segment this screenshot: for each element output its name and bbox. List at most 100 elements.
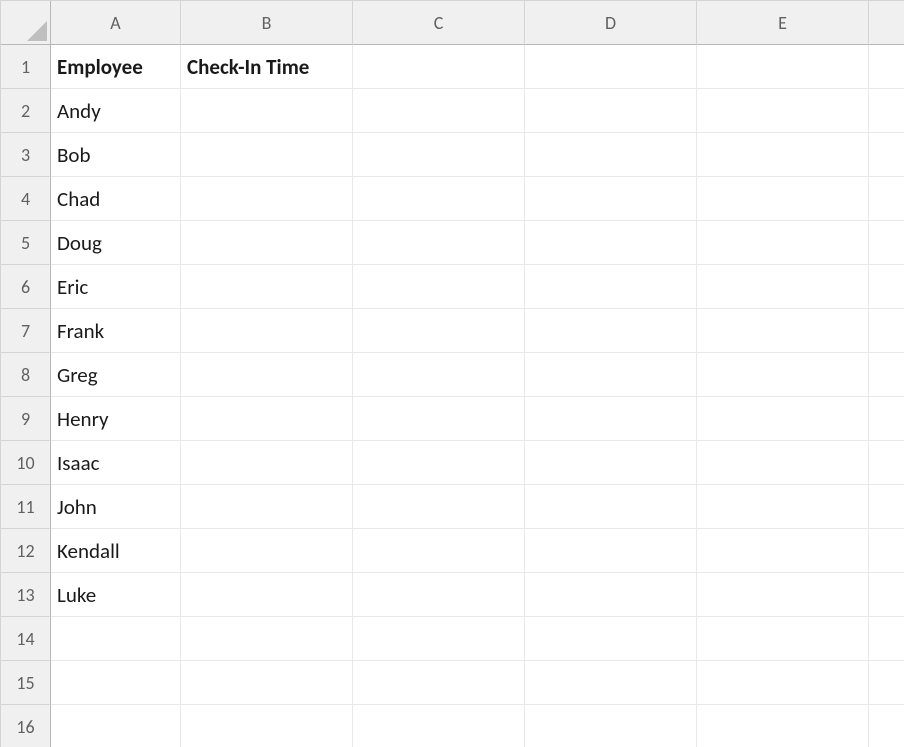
cell-A11[interactable]: John: [51, 485, 181, 529]
col-head-C[interactable]: C: [353, 1, 525, 45]
cell-D4[interactable]: [525, 177, 697, 221]
cell-E12[interactable]: [697, 529, 869, 573]
cell-B1[interactable]: Check-In Time: [181, 45, 353, 89]
row-head-3[interactable]: 3: [1, 133, 51, 177]
cell-C15[interactable]: [353, 661, 525, 705]
cell-A14[interactable]: [51, 617, 181, 661]
col-head-E[interactable]: E: [697, 1, 869, 45]
cell-D2[interactable]: [525, 89, 697, 133]
row-head-12[interactable]: 12: [1, 529, 51, 573]
row-head-10[interactable]: 10: [1, 441, 51, 485]
cell-A1[interactable]: Employee: [51, 45, 181, 89]
cell-D7[interactable]: [525, 309, 697, 353]
cell-E1[interactable]: [697, 45, 869, 89]
cell-A2[interactable]: Andy: [51, 89, 181, 133]
cell-C16[interactable]: [353, 705, 525, 747]
row-head-2[interactable]: 2: [1, 89, 51, 133]
cell-E3[interactable]: [697, 133, 869, 177]
cell-B16[interactable]: [181, 705, 353, 747]
col-head-A[interactable]: A: [51, 1, 181, 45]
col-head-D[interactable]: D: [525, 1, 697, 45]
cell-A13[interactable]: Luke: [51, 573, 181, 617]
cell-C12[interactable]: [353, 529, 525, 573]
cell-E9[interactable]: [697, 397, 869, 441]
row-head-11[interactable]: 11: [1, 485, 51, 529]
row-head-15[interactable]: 15: [1, 661, 51, 705]
cell-C1[interactable]: [353, 45, 525, 89]
cell-A16[interactable]: [51, 705, 181, 747]
cell-A5[interactable]: Doug: [51, 221, 181, 265]
cell-B10[interactable]: [181, 441, 353, 485]
cell-B7[interactable]: [181, 309, 353, 353]
row-head-1[interactable]: 1: [1, 45, 51, 89]
cell-E7[interactable]: [697, 309, 869, 353]
cell-A9[interactable]: Henry: [51, 397, 181, 441]
cell-E6[interactable]: [697, 265, 869, 309]
cell-E14[interactable]: [697, 617, 869, 661]
cell-D12[interactable]: [525, 529, 697, 573]
cell-E11[interactable]: [697, 485, 869, 529]
cell-D10[interactable]: [525, 441, 697, 485]
cell-B5[interactable]: [181, 221, 353, 265]
cell-C14[interactable]: [353, 617, 525, 661]
cell-E10[interactable]: [697, 441, 869, 485]
row-head-5[interactable]: 5: [1, 221, 51, 265]
cell-A12[interactable]: Kendall: [51, 529, 181, 573]
cell-D14[interactable]: [525, 617, 697, 661]
cell-D8[interactable]: [525, 353, 697, 397]
row-head-6[interactable]: 6: [1, 265, 51, 309]
cell-D6[interactable]: [525, 265, 697, 309]
row-head-9[interactable]: 9: [1, 397, 51, 441]
cell-B15[interactable]: [181, 661, 353, 705]
cell-E5[interactable]: [697, 221, 869, 265]
cell-E13[interactable]: [697, 573, 869, 617]
cell-D16[interactable]: [525, 705, 697, 747]
row-head-4[interactable]: 4: [1, 177, 51, 221]
cell-C11[interactable]: [353, 485, 525, 529]
row-head-14[interactable]: 14: [1, 617, 51, 661]
cell-B3[interactable]: [181, 133, 353, 177]
cell-B8[interactable]: [181, 353, 353, 397]
cell-B9[interactable]: [181, 397, 353, 441]
cell-C6[interactable]: [353, 265, 525, 309]
cell-C10[interactable]: [353, 441, 525, 485]
cell-A10[interactable]: Isaac: [51, 441, 181, 485]
cell-B2[interactable]: [181, 89, 353, 133]
cell-A4[interactable]: Chad: [51, 177, 181, 221]
cell-C4[interactable]: [353, 177, 525, 221]
cell-A3[interactable]: Bob: [51, 133, 181, 177]
cell-C2[interactable]: [353, 89, 525, 133]
cell-E15[interactable]: [697, 661, 869, 705]
cell-A7[interactable]: Frank: [51, 309, 181, 353]
cell-C3[interactable]: [353, 133, 525, 177]
row-head-13[interactable]: 13: [1, 573, 51, 617]
cell-D15[interactable]: [525, 661, 697, 705]
cell-B13[interactable]: [181, 573, 353, 617]
cell-E2[interactable]: [697, 89, 869, 133]
cell-C7[interactable]: [353, 309, 525, 353]
spreadsheet-grid[interactable]: A B C D E 1 Employee Check-In Time 2 And…: [0, 0, 904, 747]
cell-E16[interactable]: [697, 705, 869, 747]
cell-C8[interactable]: [353, 353, 525, 397]
row-head-16[interactable]: 16: [1, 705, 51, 747]
cell-C9[interactable]: [353, 397, 525, 441]
cell-B6[interactable]: [181, 265, 353, 309]
cell-B12[interactable]: [181, 529, 353, 573]
cell-E8[interactable]: [697, 353, 869, 397]
cell-B11[interactable]: [181, 485, 353, 529]
cell-D5[interactable]: [525, 221, 697, 265]
cell-D11[interactable]: [525, 485, 697, 529]
cell-C5[interactable]: [353, 221, 525, 265]
cell-D13[interactable]: [525, 573, 697, 617]
cell-D1[interactable]: [525, 45, 697, 89]
cell-E4[interactable]: [697, 177, 869, 221]
cell-B4[interactable]: [181, 177, 353, 221]
select-all-corner[interactable]: [1, 1, 51, 45]
row-head-7[interactable]: 7: [1, 309, 51, 353]
cell-C13[interactable]: [353, 573, 525, 617]
cell-A8[interactable]: Greg: [51, 353, 181, 397]
cell-B14[interactable]: [181, 617, 353, 661]
cell-D9[interactable]: [525, 397, 697, 441]
col-head-B[interactable]: B: [181, 1, 353, 45]
cell-A6[interactable]: Eric: [51, 265, 181, 309]
